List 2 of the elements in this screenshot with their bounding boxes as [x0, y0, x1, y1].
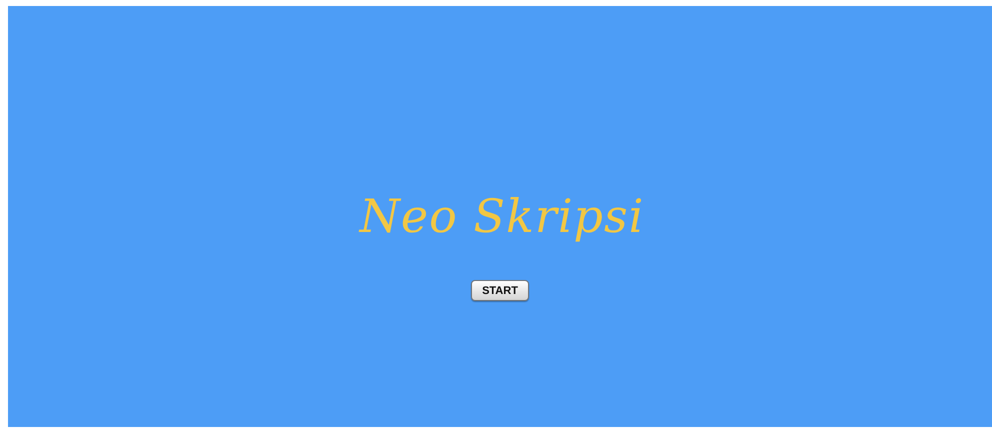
app-title: Neo Skripsi: [360, 188, 644, 245]
start-button[interactable]: START: [471, 280, 529, 301]
